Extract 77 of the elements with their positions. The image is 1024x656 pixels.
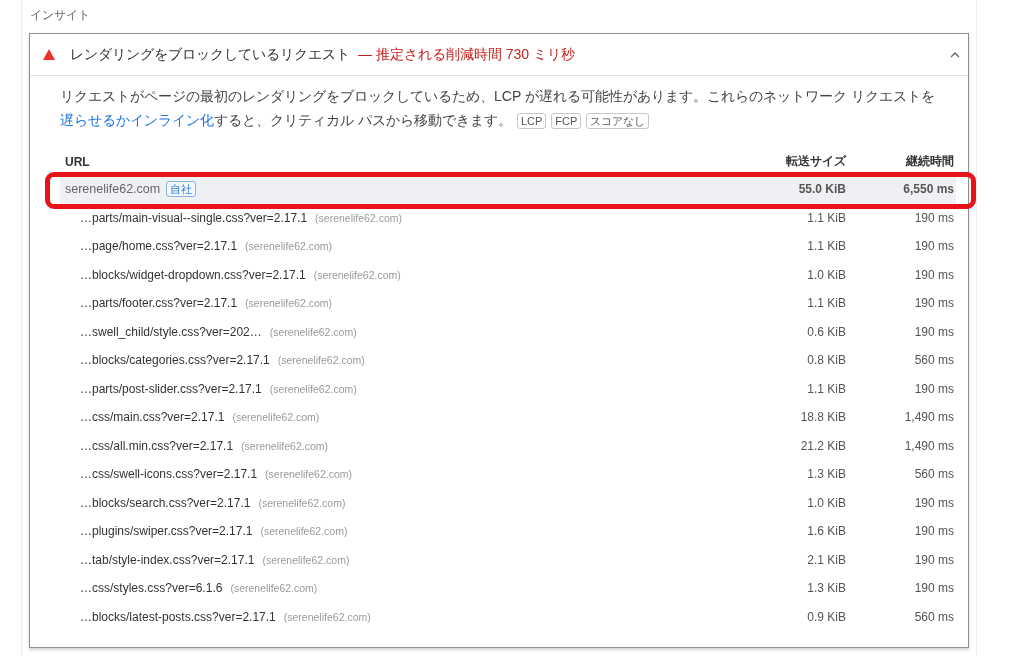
resource-url: …blocks/search.css?ver=2.17.1 [80, 494, 251, 512]
resource-host: (serenelife62.com) [277, 353, 365, 369]
audit-title: レンダリングをブロックしているリクエスト [70, 45, 350, 64]
duration-cell-text: 560 ms [914, 352, 954, 370]
duration-cell-text: 190 ms [914, 209, 954, 227]
resource-url: …tab/style-index.css?ver=2.17.1 [80, 551, 255, 569]
duration-cell-text: 190 ms [914, 580, 954, 598]
warning-triangle-icon [43, 49, 55, 60]
resource-url: …plugins/swiper.css?ver=2.17.1 [80, 523, 253, 541]
resource-url: …css/swell-icons.css?ver=2.17.1 [80, 466, 258, 484]
metric-tag: スコアなし [586, 113, 650, 130]
first-party-badge: 自社 [166, 181, 197, 198]
defer-inline-link[interactable]: 遅らせるかインライン化 [60, 112, 214, 128]
metric-tag: FCP [551, 113, 582, 130]
transfer-size-cell-text: 1.0 KiB [807, 266, 846, 284]
resource-url: …blocks/categories.css?ver=2.17.1 [80, 352, 270, 370]
transfer-size-cell-text: 21.2 KiB [800, 437, 846, 455]
resource-url: …parts/main-visual--single.css?ver=2.17.1 [80, 209, 308, 227]
duration-cell-text: 1,490 ms [904, 437, 954, 455]
section-label: インサイト [30, 7, 91, 23]
transfer-size-cell-text: 1.1 KiB [807, 380, 846, 398]
duration-cell-text: 190 ms [914, 523, 954, 541]
resource-host: (serenelife62.com) [265, 467, 353, 483]
transfer-size-cell-text: 1.3 KiB [807, 580, 846, 598]
savings-estimate: — 推定される削減時間 730 ミリ秒 [358, 45, 576, 64]
transfer-size-cell-text: 0.8 KiB [807, 352, 846, 370]
resource-url: …parts/footer.css?ver=2.17.1 [80, 295, 238, 313]
transfer-size-cell-text: 0.9 KiB [807, 608, 846, 626]
resource-host: (serenelife62.com) [269, 324, 357, 340]
resource-url: …page/home.css?ver=2.17.1 [80, 238, 238, 256]
host-name: serenelife62.com [65, 180, 161, 198]
chevron-up-icon[interactable] [950, 51, 960, 58]
resource-url: …css/all.min.css?ver=2.17.1 [80, 437, 234, 455]
transfer-size-cell-text: 55.0 KiB [798, 181, 846, 199]
duration-cell-text: 1,490 ms [904, 409, 954, 427]
resource-host: (serenelife62.com) [245, 296, 333, 312]
transfer-size-cell-text: 0.6 KiB [807, 323, 846, 341]
resource-url: …css/styles.css?ver=6.1.6 [80, 580, 223, 598]
resource-url: …blocks/latest-posts.css?ver=2.17.1 [80, 608, 276, 626]
resource-url: …css/main.css?ver=2.17.1 [80, 409, 225, 427]
resource-host: (serenelife62.com) [315, 210, 403, 226]
metric-tag: LCP [516, 113, 547, 130]
transfer-size-cell-text: 1.1 KiB [807, 238, 846, 256]
transfer-size-cell-text: 1.1 KiB [807, 295, 846, 313]
duration-cell-text: 6,550 ms [903, 181, 954, 199]
duration-cell-text: 190 ms [914, 238, 954, 256]
duration-cell-text: 560 ms [914, 608, 954, 626]
duration-cell-text: 190 ms [914, 551, 954, 569]
resource-host: (serenelife62.com) [260, 524, 348, 540]
transfer-size-cell-text: 1.1 KiB [807, 209, 846, 227]
duration-cell-text: 190 ms [914, 266, 954, 284]
transfer-size-cell-text: 2.1 KiB [807, 551, 846, 569]
column-header: 転送サイズ [786, 153, 846, 170]
resource-url: …blocks/widget-dropdown.css?ver=2.17.1 [80, 266, 306, 284]
resource-host: (serenelife62.com) [258, 495, 346, 511]
transfer-size-cell-text: 18.8 KiB [800, 409, 846, 427]
duration-cell-text: 190 ms [914, 380, 954, 398]
resource-url: …swell_child/style.css?ver=202… [80, 323, 262, 341]
resource-host: (serenelife62.com) [232, 410, 320, 426]
column-header: 継続時間 [906, 153, 954, 170]
duration-cell-text: 560 ms [914, 466, 954, 484]
duration-cell-text: 190 ms [914, 295, 954, 313]
resource-host: (serenelife62.com) [230, 581, 318, 597]
resource-host: (serenelife62.com) [262, 552, 350, 568]
column-header: URL [65, 155, 90, 169]
resource-host: (serenelife62.com) [283, 609, 371, 625]
resource-host: (serenelife62.com) [245, 239, 333, 255]
duration-cell-text: 190 ms [914, 323, 954, 341]
audit-description: リクエストがページの最初のレンダリングをブロックしているため、LCP が遅れる可能性があります。これらのネットワーク リクエストを 遅らせるかインライン化すると、クリティカル パスから移動できます。 LCP FCP スコアなし [60, 87, 936, 132]
resource-host: (serenelife62.com) [269, 381, 357, 397]
transfer-size-cell-text: 1.6 KiB [807, 523, 846, 541]
transfer-size-cell-text: 1.0 KiB [807, 494, 846, 512]
resource-host: (serenelife62.com) [313, 267, 401, 283]
duration-cell-text: 190 ms [914, 494, 954, 512]
resource-host: (serenelife62.com) [241, 438, 328, 454]
resource-url: …parts/post-slider.css?ver=2.17.1 [80, 380, 262, 398]
transfer-size-cell-text: 1.3 KiB [807, 466, 846, 484]
